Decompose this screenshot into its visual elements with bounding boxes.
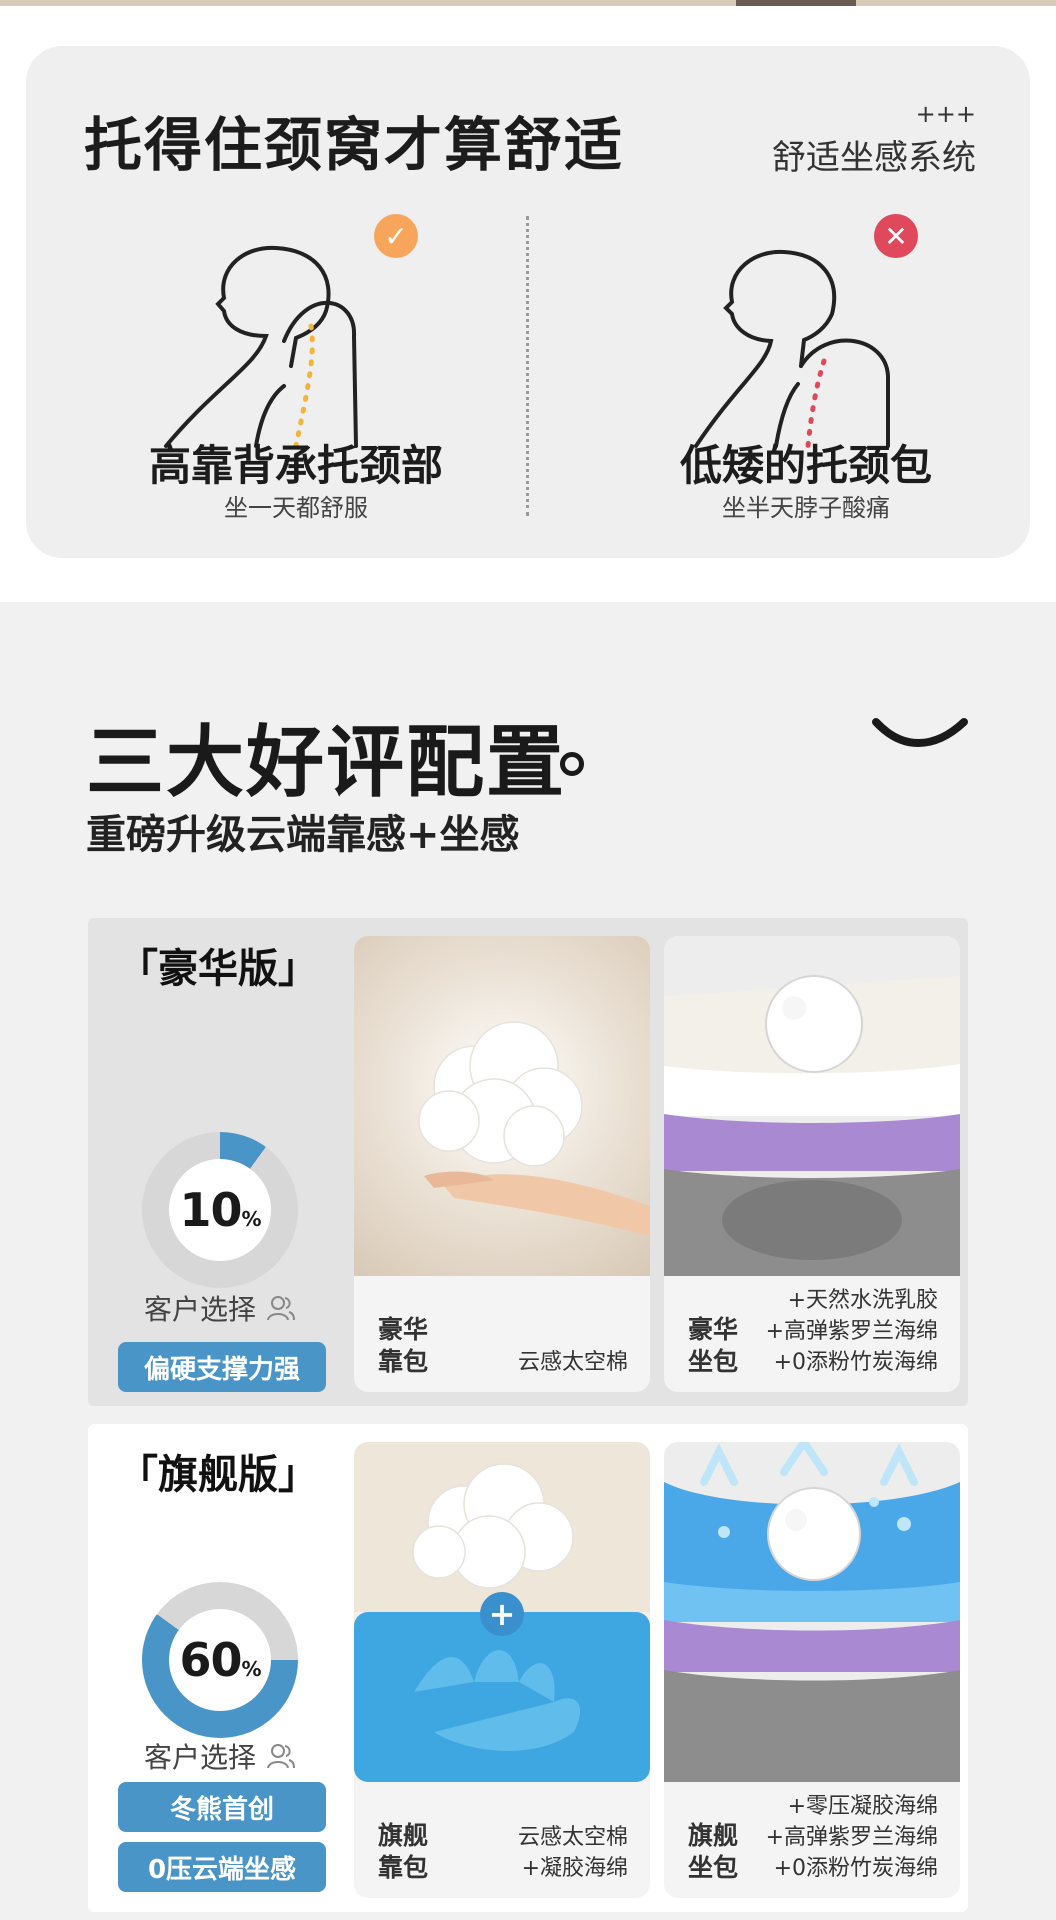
edition-flagship-panel: 「旗舰版」 60% 客户选择 冬熊首创 0压云端坐感 + 旗舰 靠包 云感太空棉 [88,1424,968,1912]
dotted-divider [526,216,529,516]
seat-cushion-features: +天然水洗乳胶 +高弹紫罗兰海绵 +0添粉竹炭海绵 [765,1288,938,1375]
choice-percent: 10% [179,1183,261,1237]
chevron-down-icon [872,718,968,747]
edition-title: 「旗舰版」 [118,1452,318,1498]
back-cushion-card: 豪华 靠包 云感太空棉 [354,936,650,1392]
donut-center: 60% [169,1609,271,1711]
edition-title: 「豪华版」 [118,946,318,992]
cotton-cloud-image [354,936,650,1276]
seat-cushion-card: 旗舰 坐包 +零压凝胶海绵 +高弹紫罗兰海绵 +0添粉竹炭海绵 [664,1442,960,1898]
check-icon: ✓ [374,214,418,258]
seat-cushion-features: +零压凝胶海绵 +高弹紫罗兰海绵 +0添粉竹炭海绵 [765,1794,938,1881]
bad-title: 低矮的托颈包 [679,441,932,490]
section-title: 三大好评配置 [86,718,567,808]
choice-percent: 60% [179,1633,261,1687]
neck-system-label: 舒适坐感系统 [772,138,976,178]
neck-plus-marks: +++ [915,100,976,128]
good-subtitle: 坐一天都舒服 [224,494,368,522]
back-cushion-name: 旗舰 靠包 [378,1821,429,1882]
neck-comparison-card: 托得住颈窝才算舒适 +++ 舒适坐感系统 ✓ ✕ 高靠背承托颈部 坐一天都舒服 … [26,46,1030,558]
good-title: 高靠背承托颈部 [148,441,443,490]
choice-donut: 10% [142,1132,298,1288]
edition-tag: 0压云端坐感 [118,1842,326,1892]
seat-cushion-card: 豪华 坐包 +天然水洗乳胶 +高弹紫罗兰海绵 +0添粉竹炭海绵 [664,936,960,1392]
donut-center: 10% [169,1159,271,1261]
back-cushion-name: 豪华 靠包 [378,1315,429,1376]
choice-donut: 60% [142,1582,298,1738]
edition-tag: 冬熊首创 [118,1782,326,1832]
back-cushion-card: + 旗舰 靠包 云感太空棉 +凝胶海绵 [354,1442,650,1898]
high-backrest-figure [156,216,416,466]
neck-title: 托得住颈窝才算舒适 [84,111,625,179]
title-dot-mark [560,752,584,776]
cross-icon: ✕ [874,214,918,258]
plus-icon: + [480,1592,524,1636]
edition-tag: 偏硬支撑力强 [118,1342,326,1392]
section-subtitle: 重磅升级云端靠感+坐感 [86,812,520,858]
back-cushion-features: 云感太空棉 +凝胶海绵 [517,1825,628,1881]
seat-cushion-name: 豪华 坐包 [688,1315,739,1376]
bad-subtitle: 坐半天脖子酸痛 [722,494,890,522]
seat-gel-layers-image [664,1442,960,1782]
back-cushion-features: 云感太空棉 [517,1350,628,1375]
users-icon [267,1744,296,1769]
seat-cushion-name: 旗舰 坐包 [688,1821,739,1882]
users-icon [267,1296,296,1321]
edition-luxury-panel: 「豪华版」 10% 客户选择 偏硬支撑力强 豪华 靠包 云感太空棉 豪华 坐包 … [88,918,968,1406]
customer-choice-label: 客户选择 [144,1736,296,1776]
seat-layers-image [664,936,960,1276]
customer-choice-label: 客户选择 [144,1288,296,1328]
